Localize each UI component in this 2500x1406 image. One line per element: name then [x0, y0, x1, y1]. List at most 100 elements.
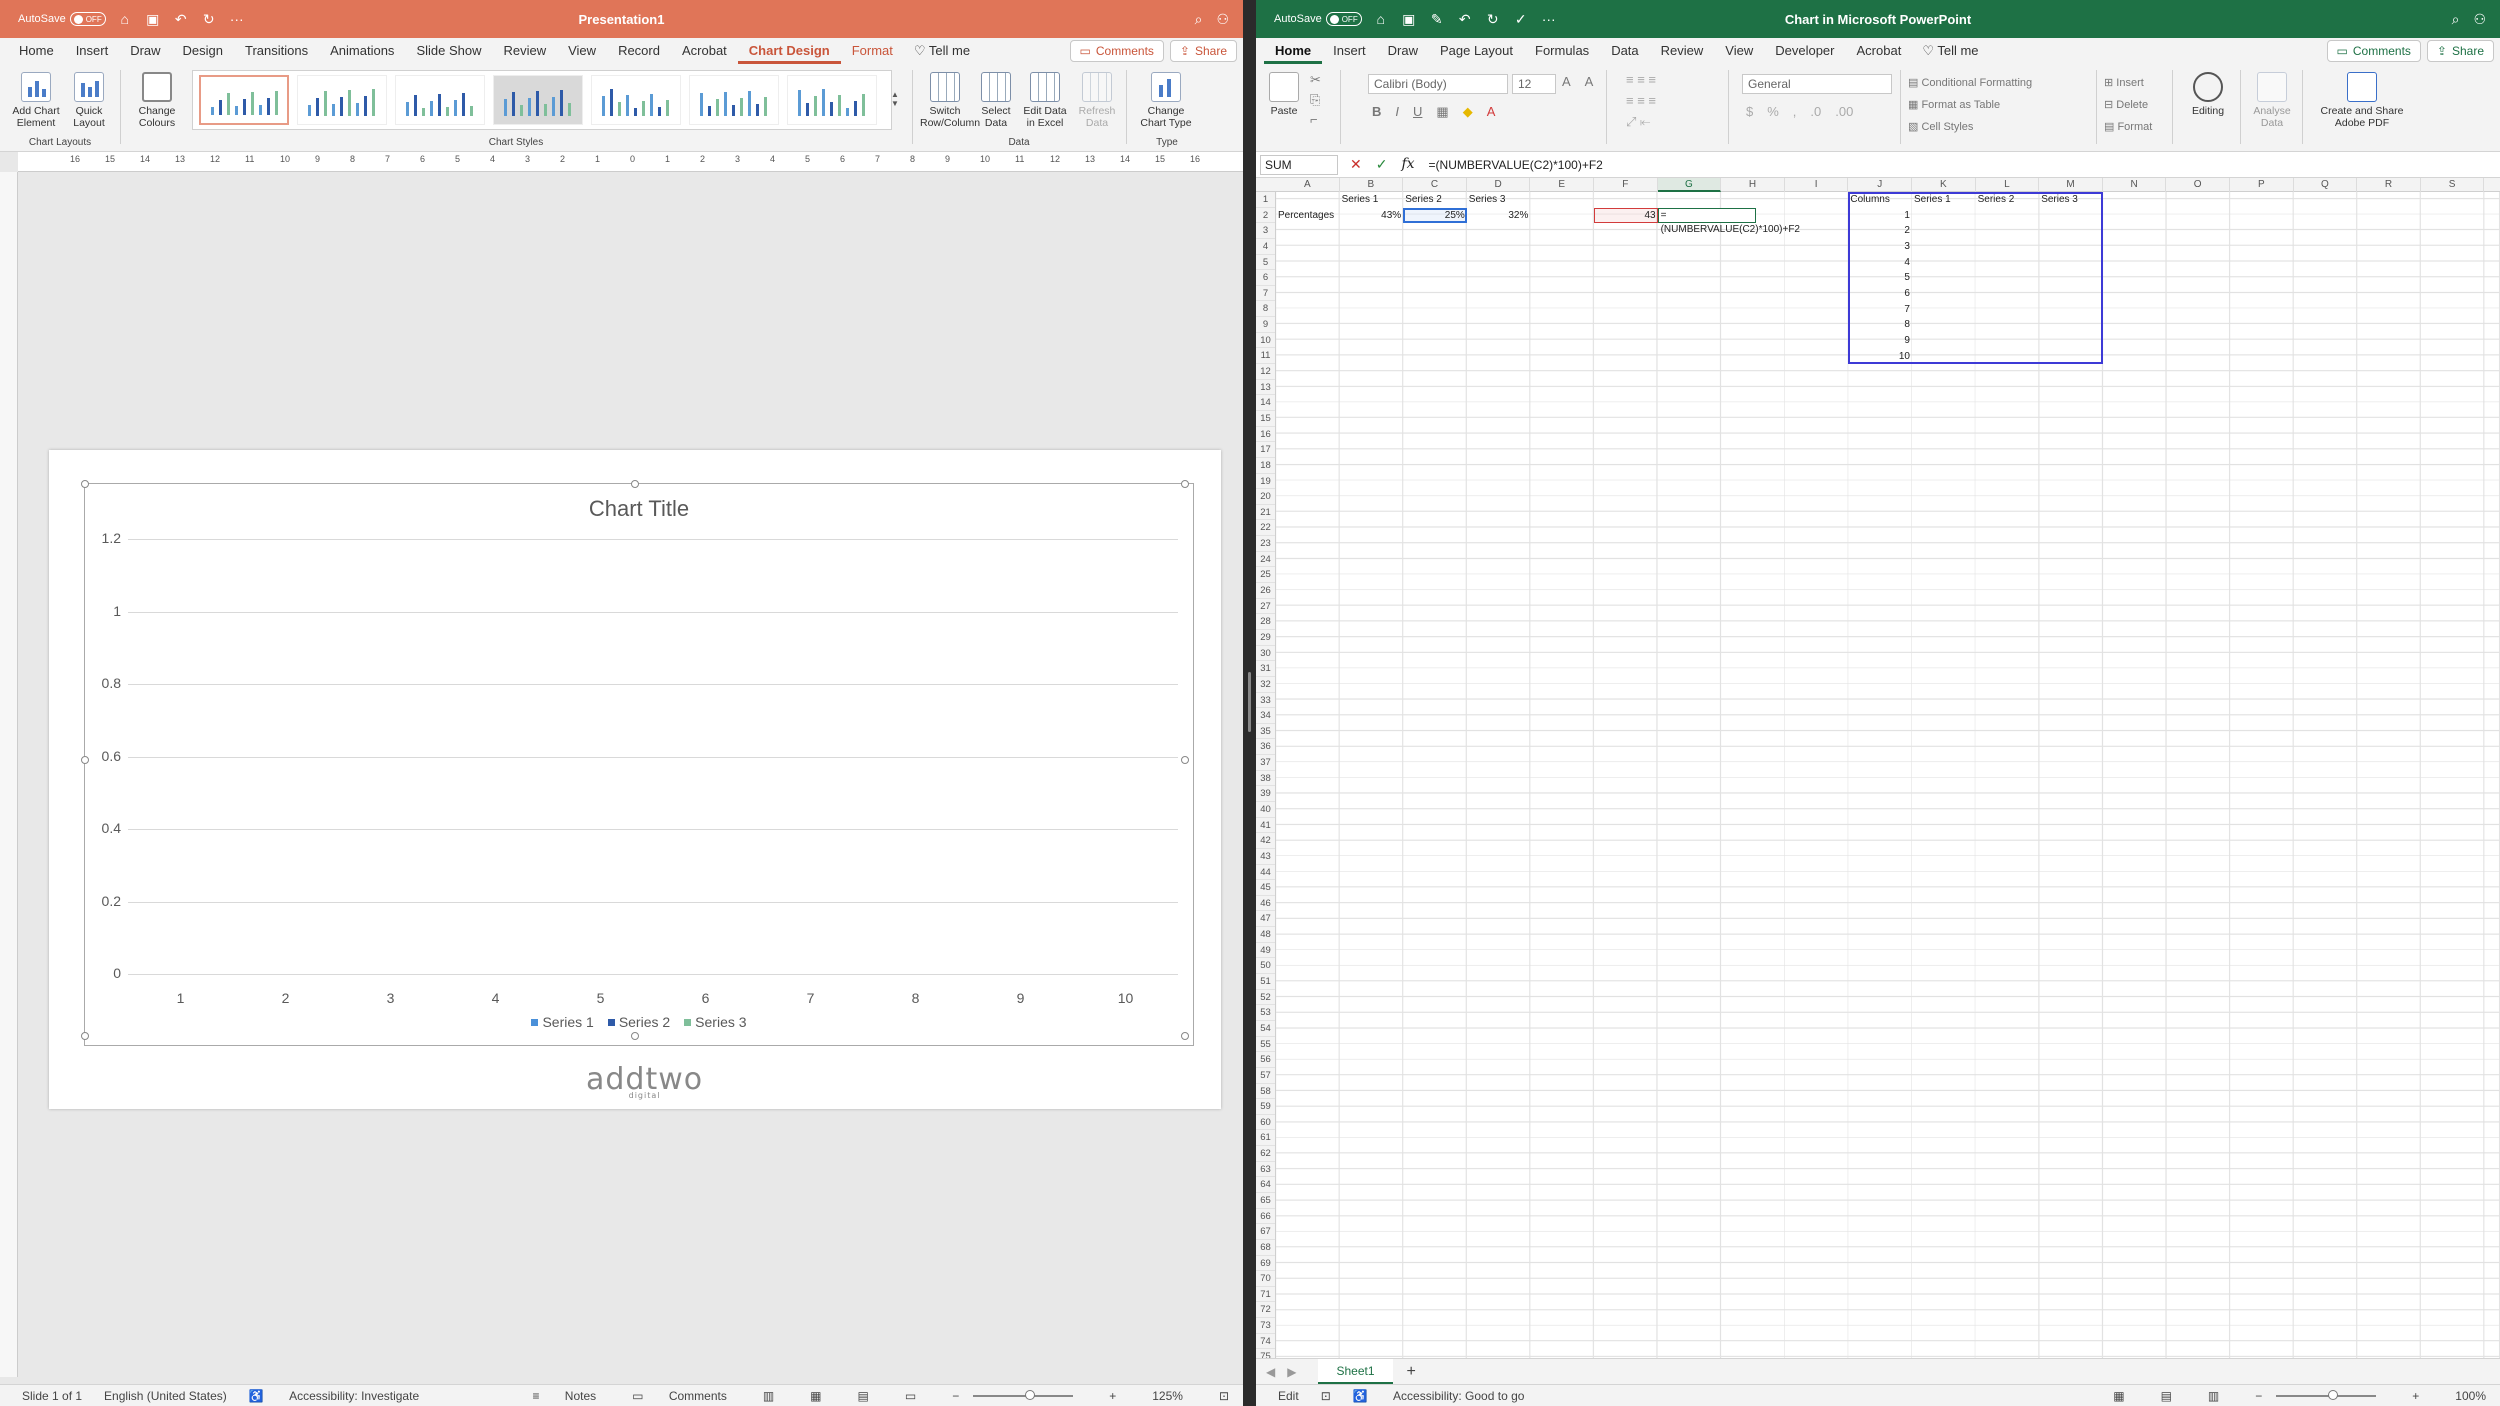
number-format-select[interactable]: General — [1742, 74, 1892, 94]
comments-status-button[interactable]: ▭ Comments — [632, 1389, 727, 1403]
row-header[interactable]: 29 — [1256, 630, 1275, 646]
row-header[interactable]: 24 — [1256, 552, 1275, 568]
ppt-tab-draw[interactable]: Draw — [119, 38, 171, 64]
excel-autosave[interactable]: AutoSave OFF — [1274, 12, 1362, 26]
paste-button[interactable]: Paste — [1264, 72, 1304, 117]
cell-J9[interactable]: 8 — [1848, 317, 1912, 333]
row-header[interactable]: 20 — [1256, 489, 1275, 505]
cell-J4[interactable]: 3 — [1848, 239, 1912, 255]
font-name-select[interactable]: Calibri (Body) — [1368, 74, 1508, 94]
underline-icon[interactable]: U — [1413, 104, 1422, 120]
row-header[interactable]: 68 — [1256, 1240, 1275, 1256]
sheet-tab[interactable]: Sheet1 — [1318, 1358, 1393, 1385]
decrease-font-icon[interactable]: A — [1585, 74, 1594, 89]
row-header[interactable]: 25 — [1256, 567, 1275, 584]
row-header[interactable]: 37 — [1256, 755, 1275, 771]
row-header[interactable]: 13 — [1256, 380, 1275, 396]
more-icon[interactable]: ··· — [1540, 10, 1558, 28]
row-header[interactable]: 26 — [1256, 583, 1275, 599]
cell-B1[interactable]: Series 1 — [1340, 192, 1404, 208]
comma-icon[interactable]: , — [1793, 104, 1797, 119]
autosave-toggle[interactable]: OFF — [1325, 12, 1362, 26]
row-header[interactable]: 59 — [1256, 1099, 1275, 1115]
macro-icon[interactable]: ⊡ — [1321, 1389, 1331, 1403]
column-header[interactable]: Q — [2294, 178, 2358, 192]
save-icon[interactable]: ▣ — [1400, 10, 1418, 28]
column-header[interactable]: F — [1594, 178, 1658, 192]
cell-C1[interactable]: Series 2 — [1403, 192, 1467, 208]
zoom-slider[interactable] — [973, 1389, 1074, 1400]
slide-canvas[interactable]: Chart Title Series 1 Series 2 Series 3 1.2… — [49, 450, 1221, 1109]
column-header[interactable]: E — [1530, 178, 1594, 192]
spelling-icon[interactable]: ✓ — [1512, 10, 1530, 28]
cell-styles-button[interactable]: ▧ Cell Styles — [1908, 116, 2032, 138]
format-cells-button[interactable]: ▤ Format — [2104, 116, 2152, 138]
column-header[interactable]: M — [2039, 178, 2103, 192]
resize-handle[interactable] — [1181, 756, 1189, 764]
split-view-divider[interactable] — [1243, 0, 1256, 1406]
excel-tab-insert[interactable]: Insert — [1322, 38, 1377, 64]
row-header[interactable]: 67 — [1256, 1224, 1275, 1240]
row-header[interactable]: 45 — [1256, 880, 1275, 896]
zoom-slider-knob[interactable] — [2328, 1389, 2339, 1400]
cell-K1[interactable]: Series 1 — [1912, 192, 1976, 208]
cell-D2[interactable]: 32% — [1467, 208, 1531, 224]
row-header[interactable]: 31 — [1256, 661, 1275, 677]
normal-view-icon[interactable]: ▦ — [2113, 1389, 2124, 1403]
row-header[interactable]: 18 — [1256, 458, 1275, 474]
excel-tab-draw[interactable]: Draw — [1377, 38, 1429, 64]
decrease-decimal-icon[interactable]: .00 — [1835, 104, 1853, 119]
resize-handle[interactable] — [1181, 1032, 1189, 1040]
row-header[interactable]: 4 — [1256, 239, 1275, 255]
language[interactable]: English (United States) — [104, 1389, 227, 1403]
row-header[interactable]: 34 — [1256, 708, 1275, 724]
accessibility-status[interactable]: ♿ Accessibility: Investigate — [249, 1389, 419, 1403]
fill-color-icon[interactable]: ◆ — [1463, 104, 1473, 120]
excel-tab-home[interactable]: Home — [1264, 38, 1323, 64]
italic-icon[interactable]: I — [1395, 104, 1399, 120]
row-header[interactable]: 6 — [1256, 270, 1275, 286]
row-header[interactable]: 15 — [1256, 411, 1275, 427]
format-as-table-button[interactable]: ▦ Format as Table — [1908, 94, 2032, 116]
row-header[interactable]: 47 — [1256, 911, 1275, 928]
row-header[interactable]: 71 — [1256, 1287, 1275, 1303]
ppt-tab-view[interactable]: View — [557, 38, 607, 64]
normal-view-icon[interactable]: ▥ — [763, 1389, 774, 1403]
row-header[interactable]: 50 — [1256, 958, 1275, 975]
cell-A2[interactable]: Percentages — [1276, 208, 1340, 224]
copy-icon[interactable]: ⎘ — [1310, 92, 1321, 108]
row-header[interactable]: 75 — [1256, 1349, 1275, 1358]
slideshow-icon[interactable]: ▭ — [905, 1389, 916, 1403]
cell-L1[interactable]: Series 2 — [1976, 192, 2040, 208]
row-header[interactable]: 9 — [1256, 317, 1275, 333]
row-header[interactable]: 44 — [1256, 865, 1275, 881]
zoom-slider-knob[interactable] — [1025, 1389, 1036, 1400]
row-header[interactable]: 60 — [1256, 1115, 1275, 1131]
row-header[interactable]: 48 — [1256, 927, 1275, 943]
cell-F2[interactable]: 43 — [1594, 208, 1658, 224]
row-header[interactable]: 14 — [1256, 395, 1275, 411]
row-header[interactable]: 49 — [1256, 943, 1275, 959]
cell-J5[interactable]: 4 — [1848, 255, 1912, 271]
insert-cells-button[interactable]: ⊞ Insert — [2104, 72, 2152, 94]
row-header[interactable]: 46 — [1256, 896, 1275, 912]
worksheet-grid[interactable]: ABCDEFGHIJKLMNOPQRS 1 2 3 4 5 6 7 8 9 10 11 12 13 14 1… — [1256, 178, 2500, 1358]
row-header[interactable]: 17 — [1256, 442, 1275, 458]
delete-cells-button[interactable]: ⊟ Delete — [2104, 94, 2152, 116]
row-header[interactable]: 32 — [1256, 677, 1275, 693]
column-header[interactable]: A — [1276, 178, 1340, 192]
orientation-icon[interactable]: ⤢ ⇤ — [1626, 114, 1656, 130]
cell-D1[interactable]: Series 3 — [1467, 192, 1531, 208]
row-header[interactable]: 52 — [1256, 990, 1275, 1006]
cell-J7[interactable]: 6 — [1848, 286, 1912, 302]
row-header[interactable]: 27 — [1256, 599, 1275, 615]
accessibility-status[interactable]: ♿ Accessibility: Good to go — [1353, 1389, 1525, 1403]
excel-tab-data[interactable]: Data — [1600, 38, 1649, 64]
share-button[interactable]: ⇪ Share — [2426, 40, 2494, 62]
row-header[interactable]: 72 — [1256, 1302, 1275, 1319]
column-header[interactable]: C — [1403, 178, 1467, 192]
row-header[interactable]: 61 — [1256, 1130, 1275, 1147]
zoom-out-icon[interactable]: − — [952, 1389, 959, 1403]
row-header[interactable]: 74 — [1256, 1334, 1275, 1350]
legend-entry[interactable]: Series 3 — [684, 1014, 747, 1030]
